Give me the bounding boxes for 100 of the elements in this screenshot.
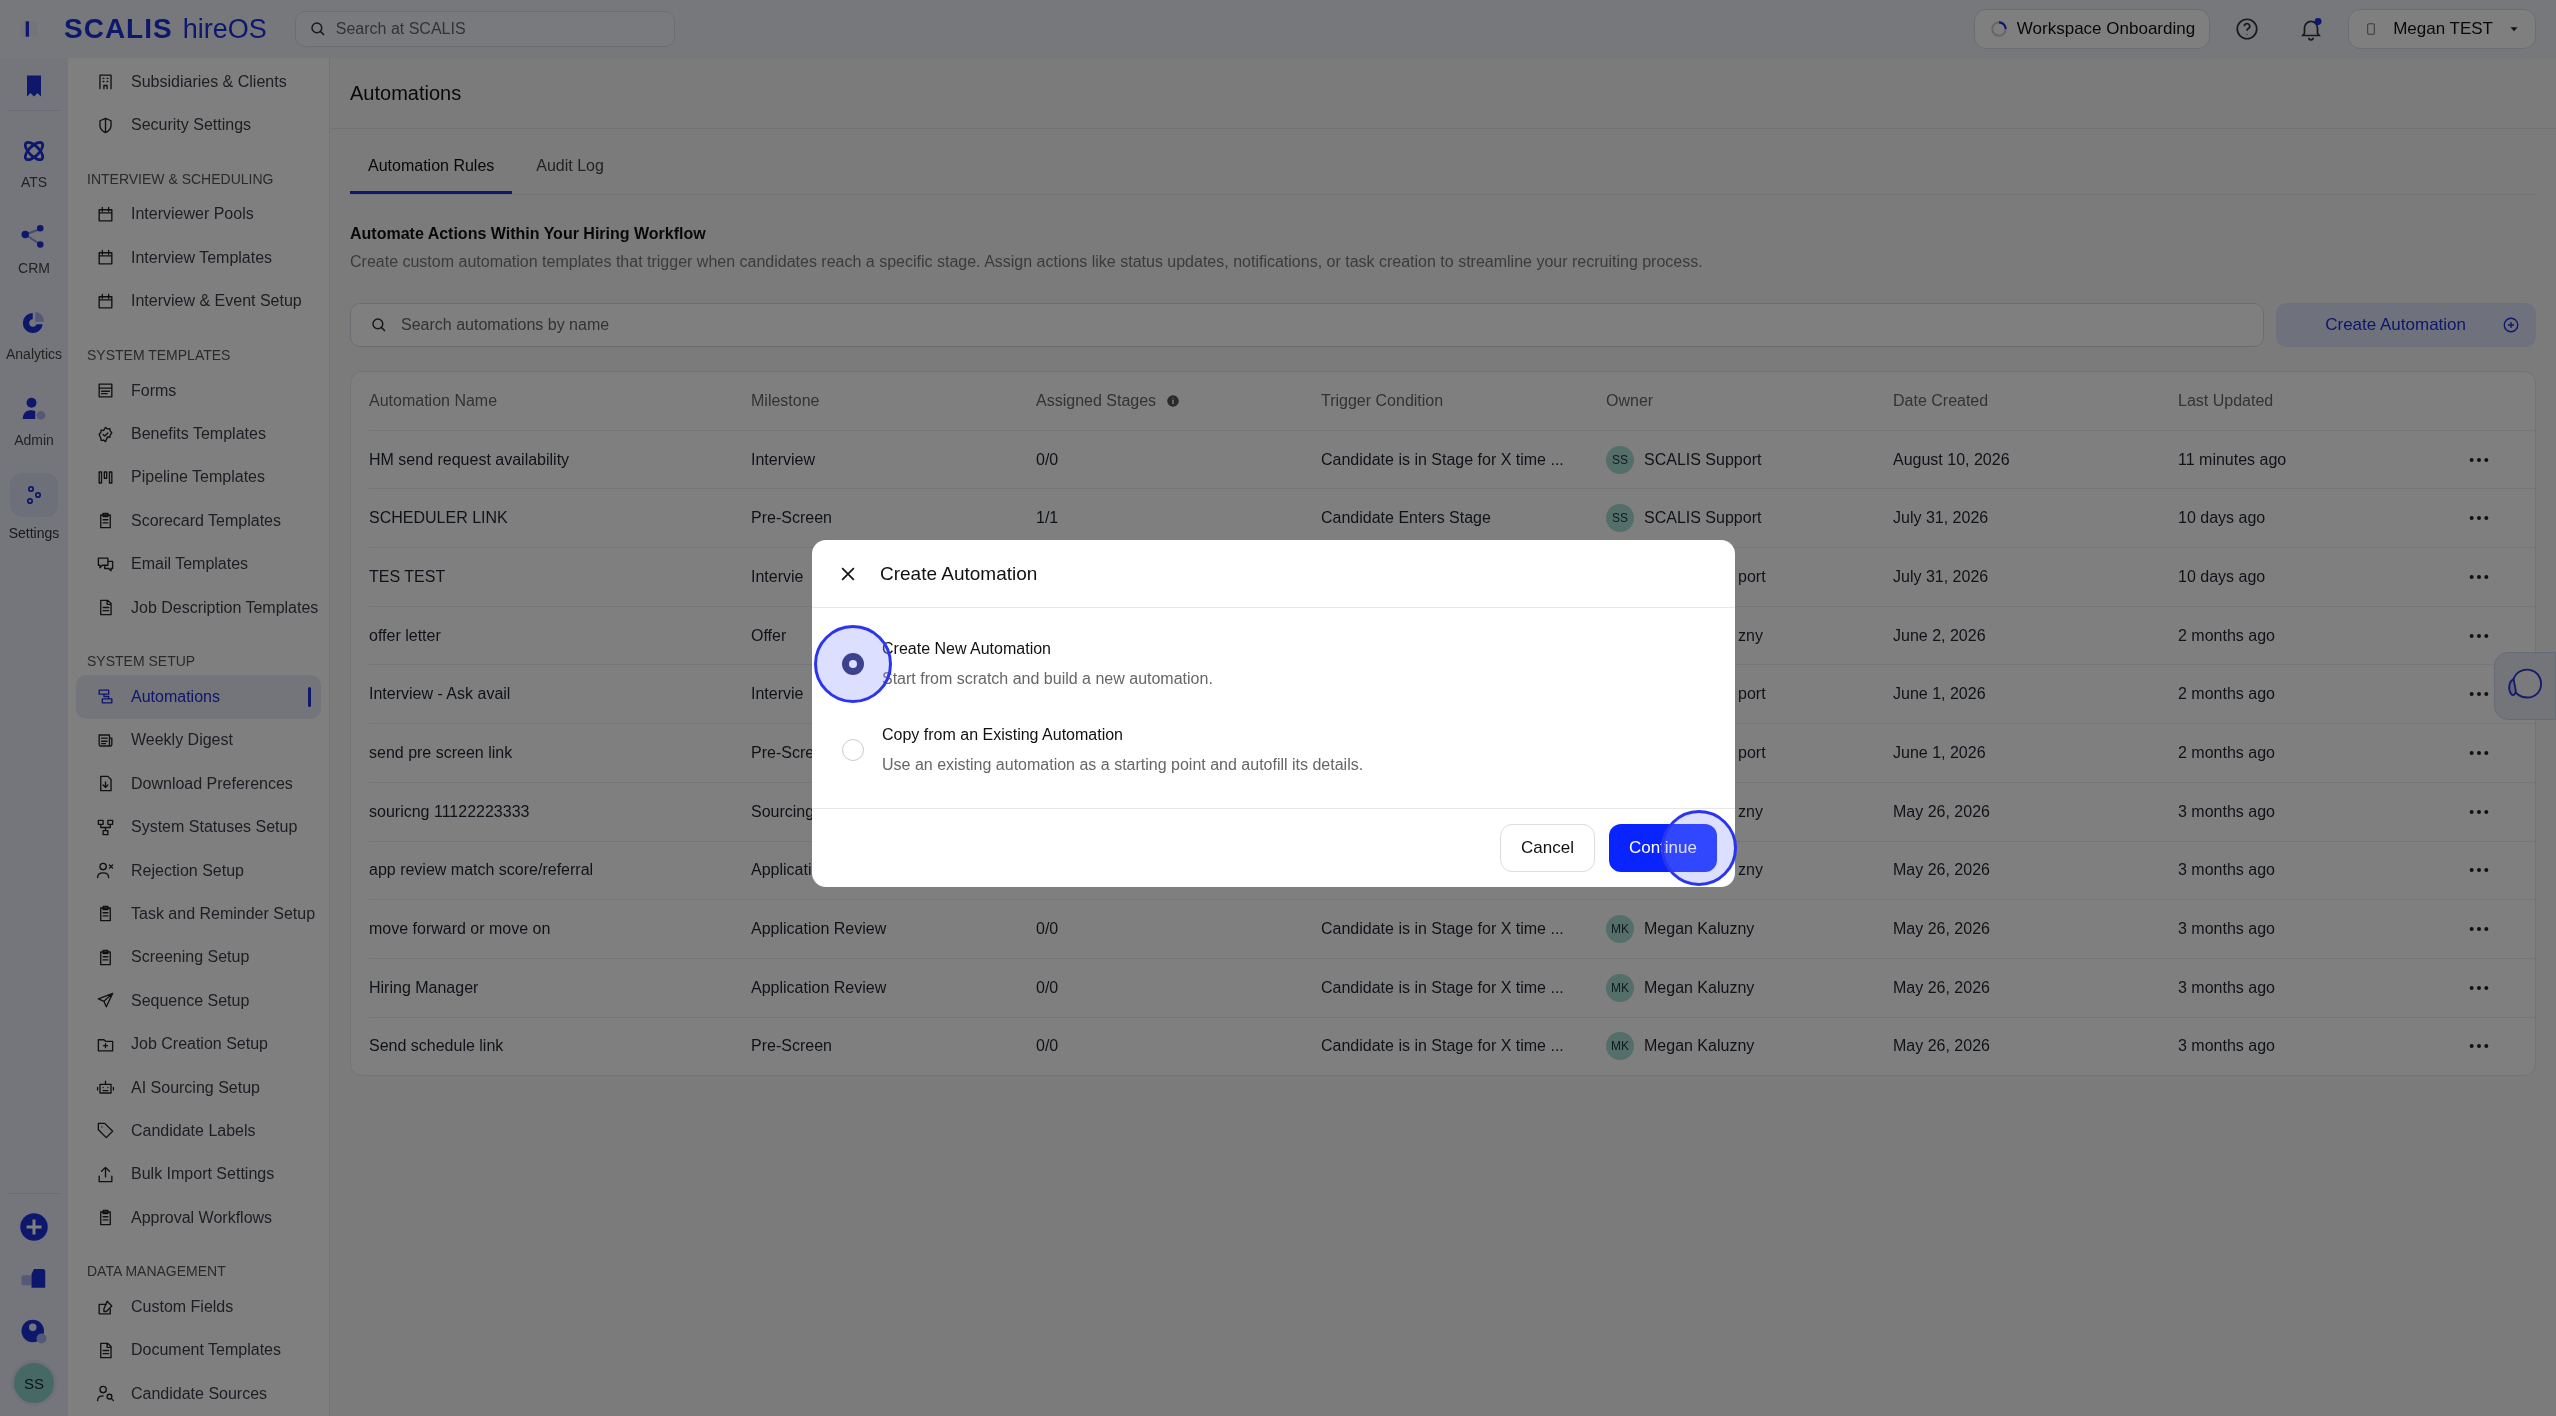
table-cell: move forward or move on: [369, 920, 551, 939]
upload-icon: [96, 1164, 115, 1184]
sidebar-item[interactable]: Benefits Templates: [76, 412, 321, 456]
table-cell: Candidate is in Stage for X time ...: [1321, 1037, 1564, 1056]
sidebar-item[interactable]: Rejection Setup: [76, 848, 321, 893]
table-cell: Megan Kaluzny: [1644, 1037, 1755, 1056]
rail-item[interactable]: Settings: [1, 465, 67, 545]
search-field[interactable]: Search automations by name: [350, 303, 2264, 347]
table-cell: 0/0: [1036, 920, 1059, 939]
sidebar-item[interactable]: Custom Fields: [76, 1285, 321, 1329]
column-header[interactable]: Milestone: [751, 391, 820, 410]
table-cell: zny: [1738, 802, 1763, 821]
more-options-icon[interactable]: [2468, 925, 2490, 934]
sidebar-item[interactable]: AI Sourcing Setup: [76, 1065, 321, 1110]
table-cell: 3 months ago: [2178, 978, 2275, 997]
table-cell: June 2, 2026: [1893, 626, 1986, 645]
sidebar-item[interactable]: Job Description Templates: [76, 585, 321, 630]
sidebar-item[interactable]: Subsidiaries & Clients: [76, 60, 321, 104]
sidebar-item[interactable]: Pipeline Templates: [76, 455, 321, 500]
calendar-icon: [96, 248, 115, 268]
table-cell: HM send request availability: [369, 450, 570, 469]
more-options-icon[interactable]: [2468, 1042, 2490, 1051]
more-options-icon[interactable]: [2468, 866, 2490, 875]
sidebar-item[interactable]: System Statuses Setup: [76, 805, 321, 849]
info-icon[interactable]: [1166, 393, 1181, 408]
cancel-button[interactable]: Cancel: [1500, 824, 1595, 872]
owner-avatar: MK: [1606, 915, 1634, 944]
sidebar-item[interactable]: Bulk Import Settings: [76, 1152, 321, 1196]
more-options-icon[interactable]: [2468, 631, 2490, 640]
help-icon[interactable]: [2234, 16, 2261, 42]
column-header[interactable]: Automation Name: [369, 391, 498, 410]
sidebar-item[interactable]: Email Templates: [76, 542, 321, 586]
sidebar-item[interactable]: Job Creation Setup: [76, 1022, 321, 1066]
tab[interactable]: Automation Rules: [350, 143, 513, 194]
user-search-icon: [96, 1384, 115, 1404]
table-cell: July 31, 2026: [1893, 509, 1989, 528]
radio-button[interactable]: [842, 739, 864, 761]
user-menu-button[interactable]: Megan TEST: [2348, 9, 2536, 49]
rail-item[interactable]: Admin: [1, 379, 67, 459]
sidebar-item[interactable]: Security Settings: [76, 103, 321, 147]
sidebar-item[interactable]: Task and Reminder Setup: [76, 892, 321, 936]
more-options-icon[interactable]: [2468, 455, 2490, 464]
sidebar-item[interactable]: Candidate Sources: [76, 1372, 321, 1416]
more-options-icon[interactable]: [2468, 572, 2490, 581]
table-cell: app review match score/referral: [369, 861, 594, 880]
table-cell: send pre screen link: [369, 743, 513, 762]
sidebar-item[interactable]: Interviewer Pools: [76, 192, 321, 237]
column-header[interactable]: Trigger Condition: [1321, 391, 1444, 410]
table-cell: TES TEST: [369, 567, 446, 586]
create-automation-button[interactable]: Create Automation: [2276, 303, 2536, 347]
search-field[interactable]: Search at SCALIS: [294, 11, 675, 47]
sidebar-item[interactable]: Candidate Labels: [76, 1109, 321, 1153]
column-header[interactable]: Date Created: [1893, 391, 1989, 410]
table-cell: Candidate Enters Stage: [1321, 509, 1491, 528]
owner-avatar: MK: [1606, 973, 1634, 1002]
sidebar-item[interactable]: Download Preferences: [76, 762, 321, 806]
sidebar-item[interactable]: Interview & Event Setup: [76, 279, 321, 323]
rail-item[interactable]: Analytics: [1, 293, 67, 373]
table-cell: Candidate is in Stage for X time ...: [1321, 920, 1564, 939]
form-icon: [96, 381, 115, 401]
table-cell: Pre-Screen: [751, 1037, 832, 1056]
table-cell: Interview - Ask avail: [369, 685, 511, 704]
workflow-icon: [96, 687, 115, 707]
sidebar-item[interactable]: Screening Setup: [76, 935, 321, 980]
tab[interactable]: Audit Log: [518, 143, 622, 194]
table-cell: Intervie: [751, 685, 804, 704]
sidebar-item[interactable]: Sequence Setup: [76, 979, 321, 1023]
assistant-button[interactable]: [2494, 652, 2556, 720]
table-cell: 1/1: [1036, 509, 1059, 528]
more-options-icon[interactable]: [2468, 514, 2490, 523]
settings-icon: [10, 473, 58, 517]
more-options-icon[interactable]: [2468, 807, 2490, 816]
section-heading: Automate Actions Within Your Hiring Workflow: [350, 225, 707, 243]
rail-item[interactable]: ATS: [1, 121, 67, 201]
add-icon[interactable]: [19, 1212, 49, 1242]
sidebar-item[interactable]: Document Templates: [76, 1328, 321, 1373]
column-header[interactable]: Last Updated: [2178, 391, 2274, 410]
sidebar-item[interactable]: Scorecard Templates: [76, 499, 321, 543]
table-cell: Application Review: [751, 920, 887, 939]
sidebar-item[interactable]: Interview Templates: [76, 236, 321, 280]
table-cell: Interview: [751, 450, 816, 469]
more-options-icon[interactable]: [2468, 690, 2490, 699]
sidebar-item[interactable]: Automations: [76, 675, 321, 719]
column-header[interactable]: Assigned Stages: [1036, 391, 1157, 410]
user-avatar[interactable]: SS: [11, 1360, 57, 1406]
table-cell: June 1, 2026: [1893, 685, 1986, 704]
workspace-onboarding-button[interactable]: Workspace Onboarding: [1973, 9, 2211, 49]
badge-check-icon: [96, 424, 115, 444]
more-options-icon[interactable]: [2468, 983, 2490, 992]
more-options-icon[interactable]: [2468, 748, 2490, 757]
column-header[interactable]: Owner: [1606, 391, 1654, 410]
sidebar-item[interactable]: Forms: [76, 368, 321, 413]
rail-item[interactable]: CRM: [1, 207, 67, 287]
table-cell: 10 days ago: [2178, 567, 2266, 586]
table-cell: zny: [1738, 861, 1763, 880]
sidebar-item[interactable]: Weekly Digest: [76, 718, 321, 763]
calendar-icon: [96, 291, 115, 311]
sidebar-item[interactable]: Approval Workflows: [76, 1196, 321, 1240]
shield-icon: [96, 115, 115, 135]
radio-button[interactable]: [842, 653, 864, 675]
